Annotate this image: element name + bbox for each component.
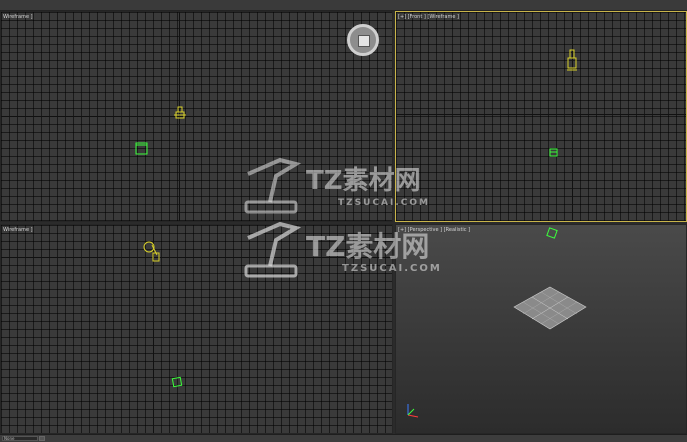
- viewport-label-top[interactable]: Wireframe ]: [3, 14, 33, 20]
- view-cube-icon[interactable]: [347, 24, 379, 56]
- viewport-label-front[interactable]: [+] [Front ] [Wireframe ]: [398, 14, 459, 20]
- title-toolbar-strip: [0, 0, 687, 11]
- grid-axis-horizontal: [396, 114, 686, 115]
- watermark-brand: TZ素材网: [306, 166, 421, 196]
- perspective-grid-plane: [513, 286, 587, 330]
- selection-field[interactable]: None: [2, 436, 38, 441]
- yellow-object[interactable]: [566, 48, 580, 76]
- green-box-object[interactable]: [171, 376, 183, 388]
- viewport-perspective[interactable]: [+] [Perspective ] [Realistic ]: [395, 224, 687, 434]
- watermark-brand: TZ素材网: [306, 230, 430, 263]
- axis-tripod-icon: [407, 404, 419, 418]
- watermark-url: TZSUCAI.COM: [338, 198, 431, 208]
- green-box-object[interactable]: [549, 148, 559, 158]
- grid-axis-horizontal: [1, 116, 392, 117]
- viewport-label-left[interactable]: Wireframe ]: [3, 227, 33, 233]
- green-box-object[interactable]: [546, 227, 558, 239]
- dropdown-button[interactable]: [39, 436, 45, 441]
- green-box-object[interactable]: [135, 140, 149, 156]
- viewport-front[interactable]: [+] [Front ] [Wireframe ]: [395, 11, 687, 222]
- grid-axis-vertical: [572, 12, 573, 221]
- watermark-url: TZSUCAI.COM: [342, 263, 442, 274]
- yellow-object[interactable]: [141, 237, 163, 265]
- yellow-object[interactable]: [173, 106, 189, 122]
- view-cube-face[interactable]: [358, 35, 370, 47]
